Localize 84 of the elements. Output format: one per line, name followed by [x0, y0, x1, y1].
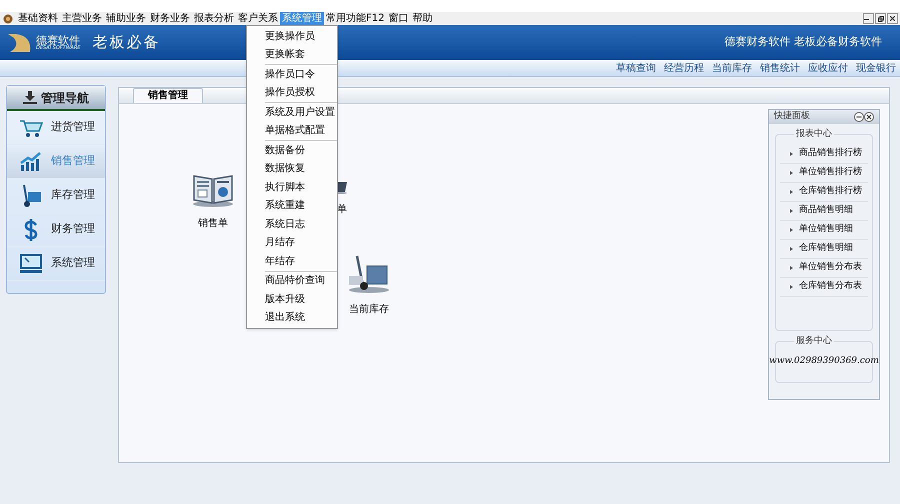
shortcut-label: 销售单	[198, 216, 228, 231]
nav-label: 系统管理	[51, 255, 95, 272]
quick-link[interactable]: 草稿查询	[615, 60, 657, 76]
menu-item[interactable]: 客户关系	[236, 12, 280, 25]
dropdown-item[interactable]: 年结存	[265, 252, 295, 270]
trolley-icon	[347, 254, 391, 294]
report-link[interactable]: 仓库销售明细	[780, 240, 868, 259]
report-link[interactable]: 单位销售明细	[780, 221, 868, 240]
report-link[interactable]: 仓库销售分布表	[780, 278, 868, 297]
shortcut-label: 单	[337, 202, 347, 217]
report-link[interactable]: 商品销售排行榜	[780, 145, 868, 164]
dropdown-item[interactable]: 更换帐套	[265, 46, 305, 64]
menu-item[interactable]: 辅助业务	[104, 12, 148, 25]
dropdown-item[interactable]: 版本升级	[265, 290, 305, 308]
quick-link[interactable]: 经营历程	[663, 60, 705, 76]
nav-item[interactable]: 库存管理	[7, 179, 105, 213]
logo-text: 德赛软件	[36, 34, 80, 46]
bullet-icon	[790, 190, 793, 194]
minimize-icon	[864, 16, 869, 21]
dropdown-item[interactable]: 操作员授权	[265, 84, 315, 102]
quick-link[interactable]: 当前库存	[711, 60, 753, 76]
dropdown-item[interactable]: 系统日志	[265, 215, 305, 234]
collapse-icon	[854, 112, 864, 122]
bullet-icon	[790, 228, 793, 232]
menu-item[interactable]: 窗口	[386, 12, 410, 25]
menu-item[interactable]: 主营业务	[60, 12, 104, 25]
nav-label: 进货管理	[51, 119, 95, 136]
dropdown-item[interactable]: 单据格式配置	[265, 122, 325, 140]
book-icon	[191, 172, 235, 208]
shortcut-item[interactable]: 单	[337, 180, 347, 217]
report-link[interactable]: 单位销售分布表	[780, 259, 868, 278]
bullet-icon	[790, 209, 793, 213]
dollar-icon	[24, 218, 38, 240]
menu-item[interactable]: 基础资料	[16, 12, 60, 25]
nav-item[interactable]: 财务管理	[7, 213, 105, 247]
close-icon	[864, 112, 874, 122]
nav-title: 管理导航	[41, 90, 89, 106]
dropdown-item[interactable]: 数据恢复	[265, 160, 305, 178]
report-link[interactable]: 商品销售明细	[780, 202, 868, 221]
app-icon	[3, 14, 13, 24]
bullet-icon	[790, 266, 793, 270]
bullet-icon	[790, 152, 793, 156]
restore-button[interactable]	[875, 13, 886, 24]
shortcut-item[interactable]: 销售单	[191, 172, 235, 231]
dropdown-item[interactable]: 操作员口令	[265, 65, 315, 84]
dropdown-item[interactable]: 商品特价查询	[265, 272, 325, 290]
menu-item[interactable]: 财务业务	[148, 12, 192, 25]
nav-label: 销售管理	[51, 153, 95, 170]
panel-title: 快捷面板	[774, 110, 810, 124]
nav-item[interactable]: 系统管理	[7, 247, 105, 281]
shortcut-item[interactable]: 当前库存	[347, 254, 391, 317]
bullet-icon	[790, 247, 793, 251]
service-url: www.02989390369.com	[769, 355, 879, 368]
quick-link[interactable]: 销售统计	[759, 60, 801, 76]
bullet-icon	[790, 171, 793, 175]
bullet-icon	[790, 285, 793, 289]
close-button[interactable]	[887, 13, 898, 24]
slogan: 德赛财务软件 老板必备财务软件	[724, 34, 882, 50]
tab[interactable]: 销售管理	[133, 88, 203, 103]
quick-link[interactable]: 应收应付	[807, 60, 849, 76]
dropdown-item[interactable]: 执行脚本	[265, 178, 305, 196]
menu-item[interactable]: 报表分析	[192, 12, 236, 25]
dropdown-item[interactable]: 系统及用户设置	[265, 103, 335, 122]
menu-item[interactable]: 帮助	[410, 12, 434, 25]
dropdown-item[interactable]: 更换操作员	[265, 27, 315, 46]
restore-icon	[878, 16, 884, 22]
report-link[interactable]: 仓库销售排行榜	[780, 183, 868, 202]
minimize-button[interactable]	[863, 13, 874, 24]
quick-link[interactable]: 现金银行	[855, 60, 897, 76]
chart-icon	[19, 150, 43, 172]
dropdown-item[interactable]: 系统重建	[265, 196, 305, 215]
product-title: 老板必备	[92, 32, 160, 54]
report-link[interactable]: 单位销售排行榜	[780, 164, 868, 183]
dropdown-item[interactable]: 退出系统	[265, 308, 305, 327]
dropdown-item[interactable]: 数据备份	[265, 141, 305, 160]
monitor-icon	[19, 252, 43, 274]
nav-item[interactable]: 进货管理	[7, 111, 105, 145]
download-icon	[23, 91, 37, 104]
nav-label: 财务管理	[51, 221, 95, 238]
close-icon	[890, 16, 895, 21]
dropdown-item[interactable]: 月结存	[265, 234, 295, 252]
nav-label: 库存管理	[51, 187, 95, 204]
shortcut-label: 当前库存	[349, 302, 389, 317]
menu-item[interactable]: 常用功能F12	[324, 12, 386, 25]
